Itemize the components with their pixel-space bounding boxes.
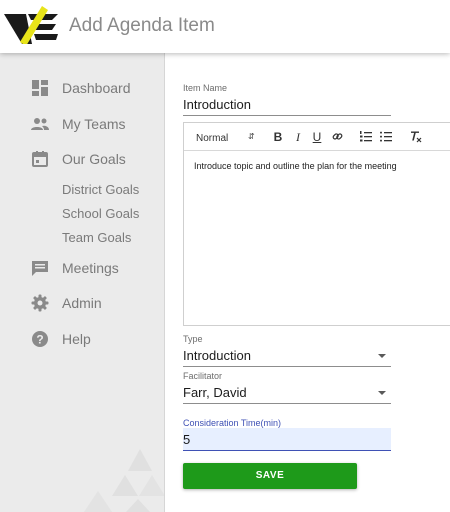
page-title: Add Agenda Item — [69, 15, 215, 36]
consideration-time-value: 5 — [183, 432, 191, 447]
italic-button[interactable]: I — [290, 123, 306, 151]
type-underline — [183, 366, 391, 367]
sidebar-item-our-goals[interactable]: Our Goals — [0, 144, 164, 174]
item-name-underline — [183, 115, 391, 116]
sidebar-item-label: My Teams — [62, 116, 126, 132]
item-name-label: Item Name — [183, 83, 228, 93]
clear-format-icon — [411, 131, 422, 143]
type-label: Type — [183, 334, 203, 344]
sidebar-item-label: Dashboard — [62, 80, 131, 96]
sidebar-item-admin[interactable]: Admin — [0, 288, 164, 318]
facilitator-dropdown-icon[interactable] — [378, 391, 386, 395]
underline-button[interactable]: U — [309, 123, 325, 151]
sidebar-item-dashboard[interactable]: Dashboard — [0, 73, 164, 103]
facilitator-select[interactable]: Farr, David — [183, 385, 247, 400]
clear-format-button[interactable] — [408, 123, 424, 151]
format-select[interactable]: Normal ⇵ — [190, 123, 255, 151]
ordered-list-button[interactable] — [358, 123, 374, 151]
type-select[interactable]: Introduction — [183, 348, 251, 363]
sidebar-item-help[interactable]: ? Help — [0, 324, 164, 354]
save-button[interactable]: SAVE — [183, 463, 357, 489]
sidebar-subitem-district-goals[interactable]: District Goals — [62, 182, 139, 197]
ordered-list-icon — [360, 131, 372, 142]
type-dropdown-icon[interactable] — [378, 354, 386, 358]
editor-toolbar: Normal ⇵ B I U — [184, 123, 450, 151]
gear-icon — [31, 294, 49, 312]
sidebar-item-label: Our Goals — [62, 151, 126, 167]
bullet-list-button[interactable] — [378, 123, 394, 151]
teams-icon — [31, 118, 49, 130]
rich-text-editor: Normal ⇵ B I U Introduce topic and outli… — [183, 122, 450, 326]
help-icon: ? — [32, 331, 48, 347]
editor-content[interactable]: Introduce topic and outline the plan for… — [194, 161, 397, 171]
sidebar-item-my-teams[interactable]: My Teams — [0, 109, 164, 139]
decorative-triangles — [84, 449, 164, 512]
sidebar-item-label: Help — [62, 331, 91, 347]
consideration-time-field[interactable]: 5 — [183, 428, 391, 451]
calendar-icon — [32, 151, 48, 167]
brand-logo[interactable] — [4, 6, 58, 44]
sidebar-subitem-school-goals[interactable]: School Goals — [62, 206, 139, 221]
sidebar-item-meetings[interactable]: Meetings — [0, 253, 164, 283]
consideration-time-label: Consideration Time(min) — [183, 418, 282, 428]
link-button[interactable] — [329, 123, 345, 151]
app-header: Add Agenda Item — [0, 0, 450, 53]
facilitator-underline — [183, 403, 391, 404]
sidebar-item-label: Meetings — [62, 260, 119, 276]
facilitator-label: Facilitator — [183, 371, 223, 381]
link-icon — [332, 133, 342, 140]
sidebar-subitem-team-goals[interactable]: Team Goals — [62, 230, 131, 245]
sidebar: Dashboard My Teams Our Goals District Go… — [0, 53, 165, 512]
format-select-value: Normal — [196, 133, 229, 144]
svg-text:?: ? — [36, 333, 43, 347]
bold-button[interactable]: B — [270, 123, 286, 151]
select-arrows-icon: ⇵ — [248, 132, 255, 141]
dashboard-icon — [32, 80, 48, 96]
item-name-input[interactable]: Introduction — [183, 97, 251, 112]
chat-icon — [32, 261, 48, 276]
sidebar-item-label: Admin — [62, 295, 102, 311]
bullet-list-icon — [380, 131, 392, 142]
